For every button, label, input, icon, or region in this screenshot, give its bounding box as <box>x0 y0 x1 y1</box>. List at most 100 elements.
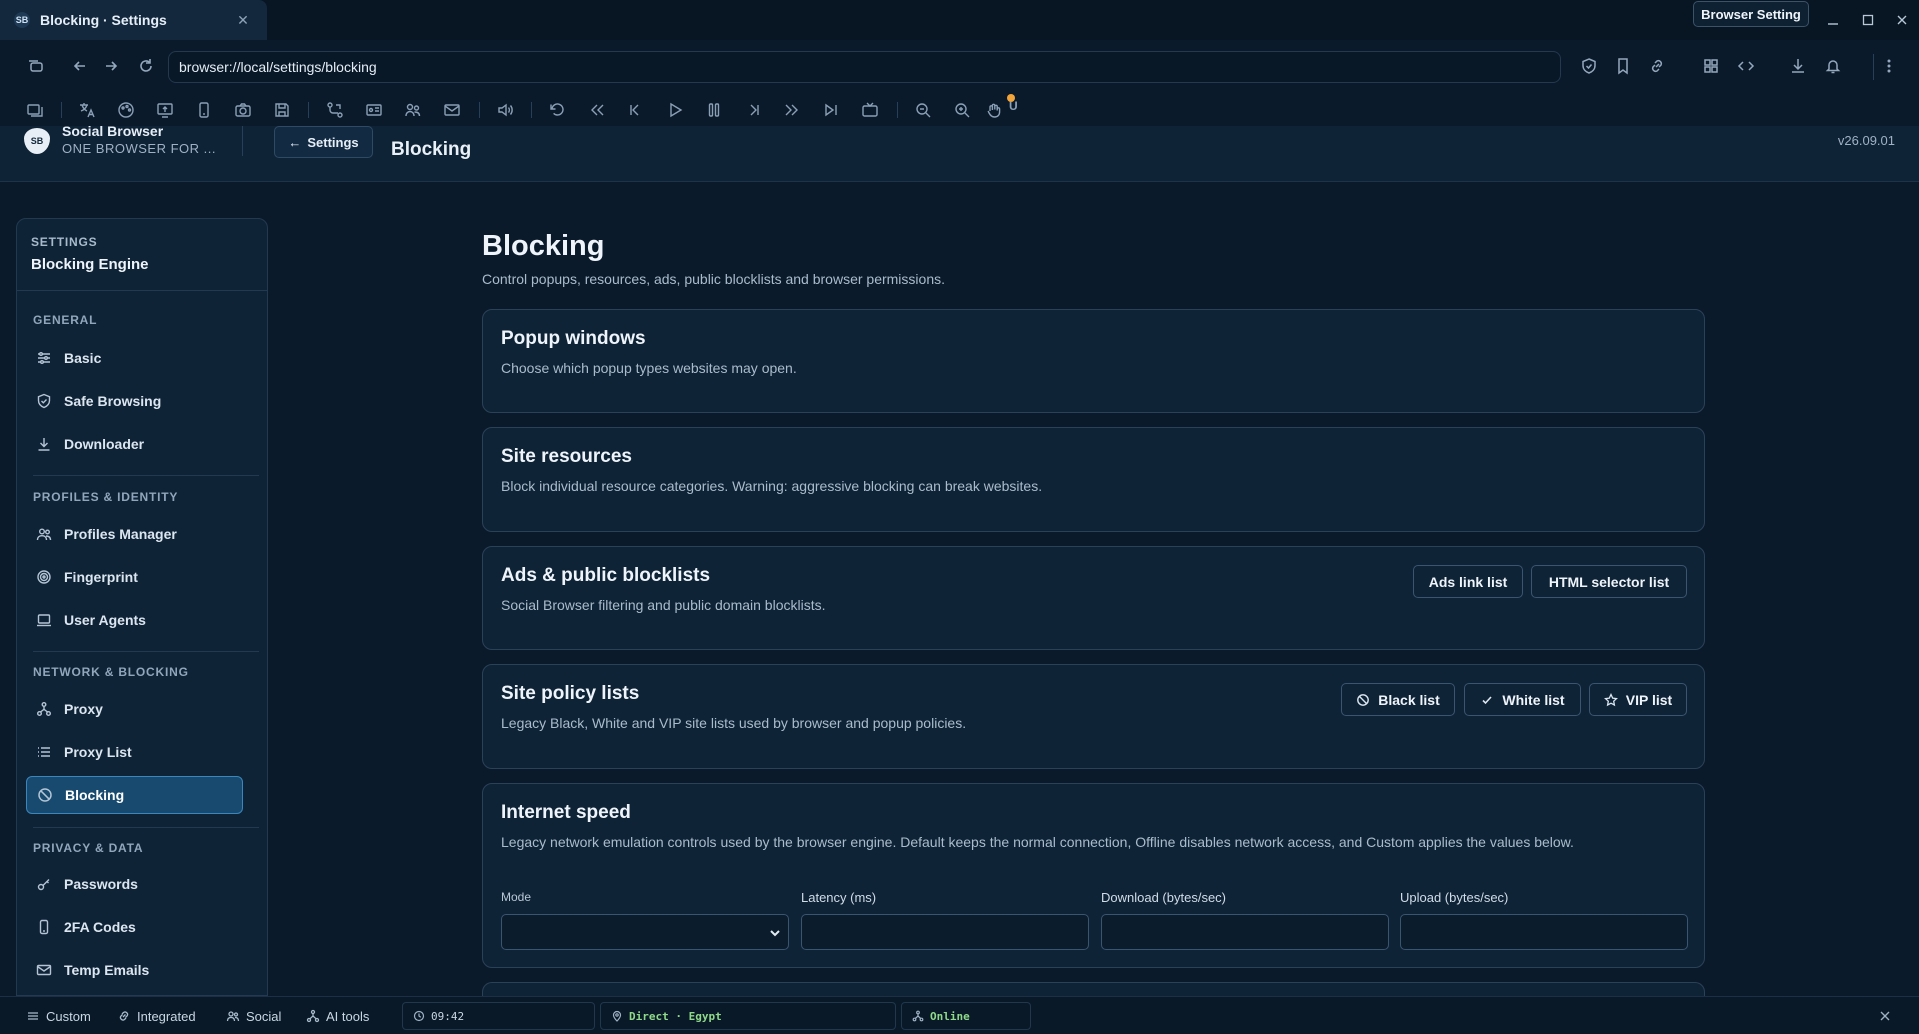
sidebar-item-label: Proxy <box>64 701 103 717</box>
sidebar-item-downloader[interactable]: Downloader <box>26 425 243 463</box>
status-online: Online <box>901 1002 1031 1030</box>
status-ai-tools[interactable]: AI tools <box>306 1006 369 1026</box>
save-icon[interactable] <box>270 98 294 122</box>
status-clock: 09:42 <box>402 1002 595 1030</box>
upload-input[interactable] <box>1400 914 1688 950</box>
volume-icon[interactable] <box>493 98 517 122</box>
hand-icon[interactable] <box>982 98 1006 122</box>
white-list-button[interactable]: White list <box>1464 683 1581 716</box>
shield-check-icon[interactable] <box>1577 54 1601 78</box>
address-bar[interactable]: browser://local/settings/blocking <box>168 51 1561 83</box>
latency-input[interactable] <box>801 914 1089 950</box>
minimize-icon[interactable] <box>1821 8 1845 32</box>
sidebar-item-profiles-manager[interactable]: Profiles Manager <box>26 515 243 553</box>
download-icon[interactable] <box>1786 54 1810 78</box>
pause-icon[interactable] <box>702 98 726 122</box>
zoom-in-icon[interactable] <box>950 98 974 122</box>
mail-icon[interactable] <box>440 98 464 122</box>
camera-icon[interactable] <box>231 98 255 122</box>
windows-icon[interactable] <box>23 98 47 122</box>
more-menu-icon[interactable] <box>1877 54 1901 78</box>
window-close-icon[interactable] <box>1890 8 1914 32</box>
play-icon[interactable] <box>663 98 687 122</box>
vip-list-label: VIP list <box>1625 691 1673 708</box>
back-to-settings-button[interactable]: ← Settings <box>274 126 373 158</box>
sidebar-item-label: Profiles Manager <box>64 526 177 542</box>
sidebar-item-basic[interactable]: Basic <box>26 339 243 377</box>
link-icon[interactable] <box>1645 54 1669 78</box>
card-title: Popup windows <box>501 328 646 349</box>
tool-separator <box>897 102 898 118</box>
sidebar-header-title: Blocking Engine <box>31 256 149 273</box>
tab-favicon: SB <box>14 12 30 28</box>
step-forward-icon[interactable] <box>742 98 766 122</box>
tab-close-icon[interactable]: ✕ <box>233 10 253 30</box>
tv-icon[interactable] <box>858 98 882 122</box>
status-custom[interactable]: Custom <box>26 1006 91 1026</box>
card-description: Social Browser filtering and public doma… <box>501 597 826 613</box>
sidebar-item-proxy-list[interactable]: Proxy List <box>26 733 243 771</box>
status-bar: Custom Integrated Social AI tools 09:42 … <box>0 996 1919 1034</box>
devtools-icon[interactable] <box>1734 54 1758 78</box>
back-arrow-icon[interactable] <box>68 54 92 78</box>
notification-bell-icon[interactable] <box>1821 54 1845 78</box>
sidebar-item-label: Fingerprint <box>64 569 138 585</box>
forward-arrow-icon[interactable] <box>99 54 123 78</box>
zoom-out-icon[interactable] <box>911 98 935 122</box>
palette-icon[interactable] <box>114 98 138 122</box>
id-card-icon[interactable] <box>362 98 386 122</box>
browser-tab[interactable]: SB Blocking · Settings ✕ <box>0 0 267 40</box>
address-separator <box>1873 54 1874 80</box>
tabs-menu-icon[interactable] <box>24 54 48 78</box>
sidebar-item-passwords[interactable]: Passwords <box>26 865 243 903</box>
fingerprint-icon <box>36 569 52 585</box>
sidebar-item-temp-emails[interactable]: Temp Emails <box>26 951 243 989</box>
sidebar-item-label: Proxy List <box>64 744 132 760</box>
screen-share-icon[interactable] <box>153 98 177 122</box>
browser-setting-button[interactable]: Browser Setting <box>1693 1 1809 27</box>
site-policy-lists-card: Site policy lists Legacy Black, White an… <box>482 664 1705 769</box>
sidebar-item-2fa-codes[interactable]: 2FA Codes <box>26 908 243 946</box>
download-input[interactable] <box>1101 914 1389 950</box>
group-icon[interactable] <box>401 98 425 122</box>
close-icon[interactable] <box>1877 1008 1893 1024</box>
mail-icon <box>36 962 52 978</box>
header-divider <box>242 126 243 156</box>
download-icon <box>36 436 52 452</box>
black-list-button[interactable]: Black list <box>1341 683 1455 716</box>
status-integrated[interactable]: Integrated <box>117 1006 196 1026</box>
header-title: Blocking <box>391 139 472 160</box>
translate-icon[interactable] <box>75 98 99 122</box>
workflow-icon[interactable] <box>323 98 347 122</box>
sidebar-item-proxy[interactable]: Proxy <box>26 690 243 728</box>
fast-forward-icon[interactable] <box>780 98 804 122</box>
html-selector-list-button[interactable]: HTML selector list <box>1531 565 1687 598</box>
link-icon <box>117 1009 131 1023</box>
card-title: Site policy lists <box>501 683 640 704</box>
status-social[interactable]: Social <box>226 1006 281 1026</box>
reload-icon[interactable] <box>134 54 158 78</box>
skip-end-icon[interactable] <box>819 98 843 122</box>
clock-icon <box>413 1010 425 1022</box>
ban-icon <box>37 787 53 803</box>
popup-windows-card: Popup windows Choose which popup types w… <box>482 309 1705 413</box>
vip-list-button[interactable]: VIP list <box>1589 683 1687 716</box>
sidebar-item-user-agents[interactable]: User Agents <box>26 601 243 639</box>
rewind-icon[interactable] <box>585 98 609 122</box>
sidebar-item-label: Downloader <box>64 436 145 452</box>
sidebar-item-fingerprint[interactable]: Fingerprint <box>26 558 243 596</box>
network-icon <box>36 701 52 717</box>
mode-select[interactable] <box>501 914 789 950</box>
sidebar-item-blocking[interactable]: Blocking <box>26 776 243 814</box>
extensions-icon[interactable] <box>1699 54 1723 78</box>
maximize-icon[interactable] <box>1856 8 1880 32</box>
ads-link-list-button[interactable]: Ads link list <box>1413 565 1523 598</box>
mobile-icon[interactable] <box>192 98 216 122</box>
sidebar-item-safe-browsing[interactable]: Safe Browsing <box>26 382 243 420</box>
bookmark-icon[interactable] <box>1611 54 1635 78</box>
tab-title: Blocking · Settings <box>40 12 167 28</box>
step-back-icon[interactable] <box>623 98 647 122</box>
undo-icon[interactable] <box>545 98 569 122</box>
toolbar-badge-letter: U <box>1009 99 1018 113</box>
sidebar-item-label: Safe Browsing <box>64 393 162 409</box>
